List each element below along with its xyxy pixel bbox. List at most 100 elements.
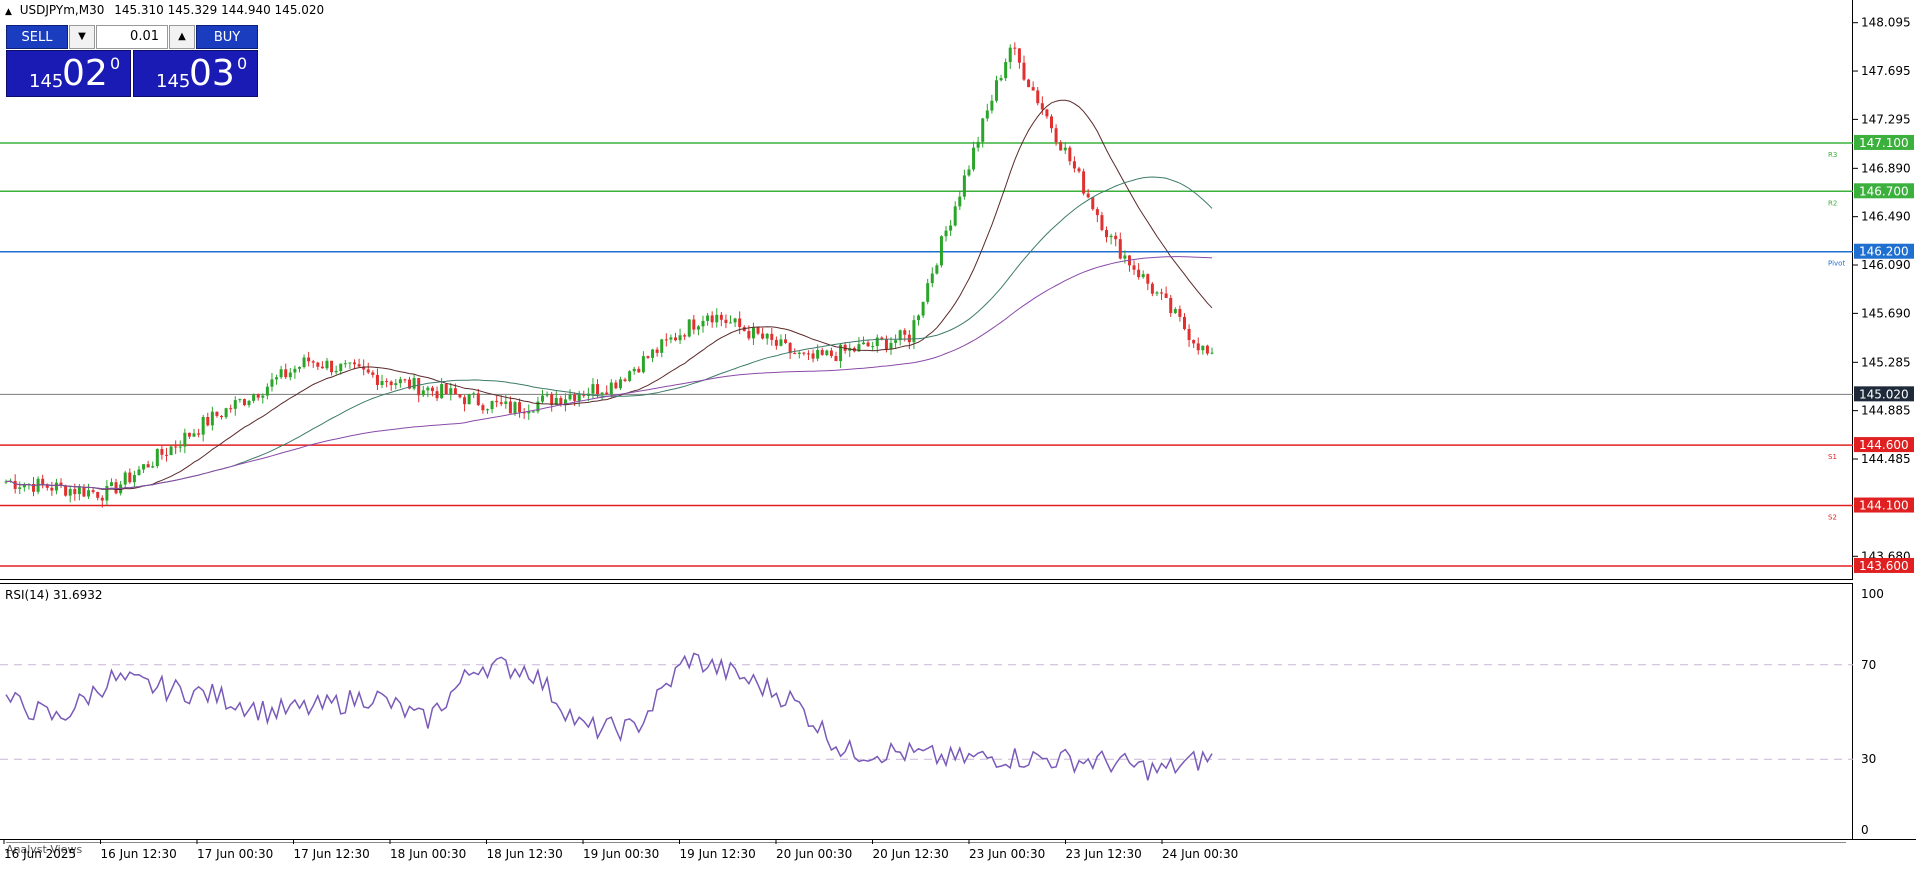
rsi-label: RSI(14) 31.6932: [5, 588, 103, 602]
candle-body: [628, 371, 632, 381]
candle-body: [637, 368, 641, 373]
time-axis-label: 19 Jun 00:30: [583, 847, 659, 861]
candle-body: [513, 402, 517, 414]
level-tag: S1: [1828, 453, 1837, 461]
candle-body: [82, 487, 86, 497]
candle-body: [729, 322, 733, 324]
candle-body: [985, 110, 989, 119]
time-axis-label: 23 Jun 00:30: [969, 847, 1045, 861]
candle-body: [866, 342, 870, 347]
candle-body: [1210, 352, 1214, 354]
sell-price-fraction: 0: [110, 54, 121, 73]
candle-body: [926, 283, 930, 302]
candle-body: [545, 394, 549, 396]
candle-body: [302, 357, 306, 368]
candle-body: [770, 333, 774, 340]
candle-body: [476, 393, 480, 406]
candle-body: [673, 337, 677, 341]
candle-body: [293, 368, 297, 373]
ohlc-low: 144.940: [221, 3, 271, 17]
candle-body: [861, 342, 865, 345]
sell-price-pips: 02: [62, 53, 108, 94]
candle-body: [1150, 283, 1154, 294]
price-chart-canvas[interactable]: 148.095 147.695 147.295 146.890 146.490 146.0…: [0, 0, 1916, 580]
lot-size-input[interactable]: 0.01: [96, 25, 168, 49]
candle-body: [330, 360, 334, 373]
candle-body: [380, 381, 384, 386]
candle-body: [371, 372, 375, 375]
candle-body: [252, 394, 256, 401]
rsi-canvas[interactable]: 100 70 30 0: [0, 584, 1916, 840]
candle-body: [999, 78, 1003, 81]
candle-body: [907, 334, 911, 343]
candle-body: [1132, 265, 1136, 270]
lot-decrease-icon[interactable]: ▼: [69, 25, 95, 49]
candle-body: [779, 339, 783, 346]
rsi-indicator-pane[interactable]: 100 70 30 0 RSI(14) 31.6932: [0, 583, 1884, 839]
candle-body: [453, 388, 457, 395]
candle-body: [559, 397, 563, 405]
candle-body: [917, 315, 921, 321]
candle-body: [976, 141, 980, 148]
candle-body: [1031, 87, 1035, 91]
candle-body: [811, 353, 815, 359]
candle-body: [761, 333, 765, 339]
price-chart-pane[interactable]: 148.095 147.695 147.295 146.890 146.490 146.0…: [0, 0, 1914, 580]
candle-body: [192, 433, 196, 437]
candle-body: [430, 387, 434, 392]
candle-body: [1160, 292, 1164, 294]
candle-body: [229, 408, 233, 410]
candle-body: [54, 482, 58, 491]
candle-body: [518, 402, 522, 413]
lot-increase-icon[interactable]: ▲: [169, 25, 195, 49]
candle-body: [1059, 142, 1063, 151]
price-axis-label: 146.490: [1861, 210, 1911, 224]
candle-body: [825, 350, 829, 355]
candle-body: [77, 487, 81, 495]
candle-body: [747, 331, 751, 339]
candle-body: [174, 446, 178, 448]
candle-body: [678, 335, 682, 341]
candle-body: [903, 330, 907, 335]
candle-body: [1169, 297, 1173, 314]
candle-body: [1182, 316, 1186, 330]
candle-body: [1173, 308, 1177, 314]
candle-body: [50, 487, 54, 491]
buy-price-button[interactable]: 145 03 0: [133, 50, 258, 97]
candle-body: [91, 490, 95, 493]
candle-body: [417, 378, 421, 396]
buy-price-prefix: 145: [156, 71, 191, 92]
price-axis-label: 147.295: [1861, 112, 1911, 126]
candle-body: [316, 362, 320, 367]
candle-body: [889, 342, 893, 350]
candle-body: [155, 448, 159, 467]
candle-body: [18, 487, 22, 489]
candle-body: [1178, 308, 1182, 317]
candle-body: [1118, 239, 1122, 259]
candle-body: [472, 393, 476, 395]
sell-price-button[interactable]: 145 02 0: [6, 50, 131, 97]
candles-group: [4, 42, 1214, 508]
candle-body: [1040, 103, 1044, 110]
candle-body: [531, 411, 535, 413]
buy-button[interactable]: BUY: [196, 25, 258, 49]
candle-body: [696, 326, 700, 330]
candle-body: [715, 314, 719, 323]
candle-body: [297, 367, 301, 369]
candle-body: [1004, 62, 1008, 79]
candle-body: [651, 349, 655, 358]
price-axis-label: 147.695: [1861, 64, 1911, 78]
candle-body: [421, 390, 425, 396]
candle-body: [1146, 274, 1150, 284]
collapse-triangle-icon[interactable]: ▲: [5, 7, 12, 17]
sell-button[interactable]: SELL: [6, 25, 68, 49]
candle-body: [499, 402, 503, 404]
price-axis-label: 146.090: [1861, 258, 1911, 272]
level-price-label: 146.700: [1859, 184, 1909, 198]
candle-body: [660, 339, 664, 353]
candle-body: [403, 379, 407, 381]
candle-body: [939, 236, 943, 266]
candle-body: [577, 394, 581, 401]
rsi-line: [5, 652, 1213, 781]
time-axis-label: 16 Jun 2025: [4, 847, 76, 861]
